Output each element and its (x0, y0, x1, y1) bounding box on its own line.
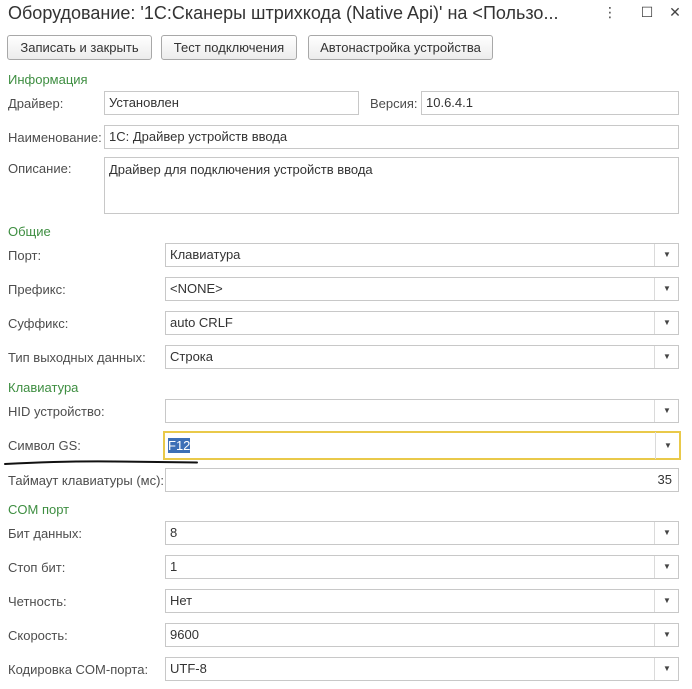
port-label: Порт: (8, 248, 42, 263)
hid-dropdown-button[interactable]: ▼ (654, 400, 678, 422)
prefix-label: Префикс: (8, 282, 66, 297)
prefix-value: <NONE> (170, 281, 223, 296)
parity-value: Нет (170, 593, 193, 608)
suffix-label: Суффикс: (8, 316, 69, 331)
speed-dropdown-button[interactable]: ▼ (654, 624, 678, 646)
prefix-select[interactable]: <NONE> ▼ (165, 277, 679, 301)
section-com: COM порт (8, 502, 70, 517)
name-field[interactable]: 1С: Драйвер устройств ввода (104, 125, 679, 149)
suffix-dropdown-button[interactable]: ▼ (654, 312, 678, 334)
chevron-down-icon: ▼ (663, 596, 671, 605)
stop-bits-value: 1 (170, 559, 178, 574)
section-info: Информация (8, 72, 88, 87)
chevron-down-icon: ▼ (663, 250, 671, 259)
encoding-value: UTF-8 (170, 661, 207, 676)
chevron-down-icon: ▼ (663, 630, 671, 639)
parity-select[interactable]: Нет ▼ (165, 589, 679, 613)
hand-drawn-underline (4, 460, 198, 465)
chevron-down-icon: ▼ (663, 562, 671, 571)
chevron-down-icon: ▼ (663, 406, 671, 415)
autoconfig-button[interactable]: Автонастройка устройства (308, 35, 493, 60)
hid-label: HID устройство: (8, 404, 105, 419)
chevron-down-icon: ▼ (663, 352, 671, 361)
port-dropdown-button[interactable]: ▼ (654, 244, 678, 266)
hid-select[interactable]: ▼ (165, 399, 679, 423)
speed-label: Скорость: (8, 628, 68, 643)
encoding-label: Кодировка COM-порта: (8, 662, 149, 677)
timeout-label: Таймаут клавиатуры (мс): (8, 473, 165, 488)
window-title: Оборудование: '1С:Сканеры штрихкода (Nat… (8, 3, 559, 23)
parity-label: Четность: (8, 594, 67, 609)
port-select[interactable]: Клавиатура ▼ (165, 243, 679, 267)
close-icon[interactable]: ✕ (665, 4, 685, 22)
output-type-select[interactable]: Строка ▼ (165, 345, 679, 369)
chevron-down-icon: ▼ (664, 441, 672, 450)
stop-bits-select[interactable]: 1 ▼ (165, 555, 679, 579)
driver-field[interactable]: Установлен (104, 91, 359, 115)
more-icon[interactable]: ⋮ (600, 4, 620, 22)
gs-label: Символ GS: (8, 438, 81, 453)
suffix-value: auto CRLF (170, 315, 233, 330)
gs-select[interactable]: F12 ▼ (163, 431, 681, 460)
section-general: Общие (8, 224, 51, 239)
description-field[interactable]: Драйвер для подключения устройств ввода (104, 157, 679, 214)
maximize-icon[interactable]: ☐ (637, 4, 657, 22)
output-type-label: Тип выходных данных: (8, 350, 146, 365)
data-bits-label: Бит данных: (8, 526, 82, 541)
gs-value: F12 (168, 438, 191, 453)
chevron-down-icon: ▼ (663, 318, 671, 327)
version-label: Версия: (370, 96, 418, 111)
port-value: Клавиатура (170, 247, 241, 262)
gs-dropdown-button[interactable]: ▼ (655, 432, 679, 459)
encoding-dropdown-button[interactable]: ▼ (654, 658, 678, 680)
suffix-select[interactable]: auto CRLF ▼ (165, 311, 679, 335)
parity-dropdown-button[interactable]: ▼ (654, 590, 678, 612)
name-label: Наименование: (8, 130, 102, 145)
speed-select[interactable]: 9600 ▼ (165, 623, 679, 647)
chevron-down-icon: ▼ (663, 664, 671, 673)
save-and-close-button[interactable]: Записать и закрыть (7, 35, 152, 60)
description-label: Описание: (8, 161, 72, 176)
driver-label: Драйвер: (8, 96, 64, 111)
section-keyboard: Клавиатура (8, 380, 79, 395)
data-bits-value: 8 (170, 525, 178, 540)
output-type-dropdown-button[interactable]: ▼ (654, 346, 678, 368)
output-type-value: Строка (170, 349, 214, 364)
chevron-down-icon: ▼ (663, 284, 671, 293)
data-bits-select[interactable]: 8 ▼ (165, 521, 679, 545)
version-field[interactable]: 10.6.4.1 (421, 91, 679, 115)
data-bits-dropdown-button[interactable]: ▼ (654, 522, 678, 544)
timeout-field[interactable]: 35 (165, 468, 679, 492)
encoding-select[interactable]: UTF-8 ▼ (165, 657, 679, 681)
prefix-dropdown-button[interactable]: ▼ (654, 278, 678, 300)
speed-value: 9600 (170, 627, 199, 642)
title-bar: Оборудование: '1С:Сканеры штрихкода (Nat… (0, 0, 692, 28)
test-connection-button[interactable]: Тест подключения (161, 35, 297, 60)
stop-bits-dropdown-button[interactable]: ▼ (654, 556, 678, 578)
chevron-down-icon: ▼ (663, 528, 671, 537)
stop-bits-label: Стоп бит: (8, 560, 66, 575)
